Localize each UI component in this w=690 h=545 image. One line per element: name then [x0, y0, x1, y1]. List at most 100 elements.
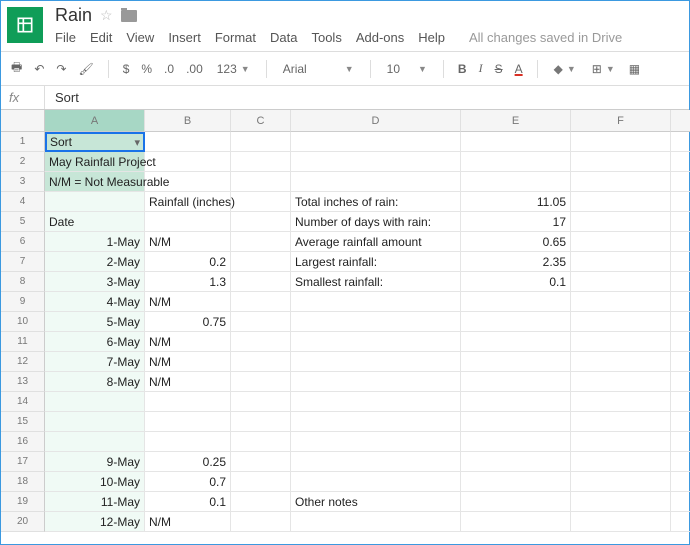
cell[interactable]	[461, 412, 571, 432]
row-header[interactable]: 13	[1, 372, 45, 392]
cell[interactable]	[231, 432, 291, 452]
cell[interactable]	[291, 512, 461, 532]
cell[interactable]	[291, 172, 461, 192]
decrease-decimal-button[interactable]: .0	[162, 61, 176, 77]
menu-edit[interactable]: Edit	[90, 30, 112, 45]
fx-input[interactable]: Sort	[45, 86, 689, 109]
cell[interactable]	[145, 152, 231, 172]
row-header[interactable]: 7	[1, 252, 45, 272]
cell[interactable]	[671, 512, 690, 532]
cell[interactable]	[461, 172, 571, 192]
cell-A17[interactable]: 9-May	[45, 452, 145, 472]
undo-icon[interactable]: ↶	[32, 61, 46, 77]
cell-A11[interactable]: 6-May	[45, 332, 145, 352]
cell[interactable]	[45, 412, 145, 432]
cell[interactable]	[291, 432, 461, 452]
cell[interactable]	[291, 152, 461, 172]
bold-button[interactable]: B	[456, 61, 469, 77]
fill-color-button[interactable]: ◆▼	[550, 62, 580, 76]
cell[interactable]	[231, 492, 291, 512]
col-header[interactable]	[671, 110, 690, 132]
row-header[interactable]: 4	[1, 192, 45, 212]
increase-decimal-button[interactable]: .00	[184, 61, 205, 77]
cell-B20[interactable]: N/M	[145, 512, 231, 532]
cell[interactable]	[571, 312, 671, 332]
cell[interactable]	[291, 452, 461, 472]
italic-button[interactable]: I	[477, 60, 485, 77]
cell[interactable]	[671, 372, 690, 392]
percent-button[interactable]: %	[139, 61, 154, 77]
cell[interactable]	[231, 172, 291, 192]
cell[interactable]	[231, 352, 291, 372]
cell-B8[interactable]: 1.3	[145, 272, 231, 292]
borders-button[interactable]: ⊞▼	[588, 62, 619, 76]
col-header[interactable]: E	[461, 110, 571, 132]
cell[interactable]	[671, 232, 690, 252]
cell[interactable]	[231, 312, 291, 332]
row-header[interactable]: 8	[1, 272, 45, 292]
cell[interactable]	[291, 392, 461, 412]
row-header[interactable]: 10	[1, 312, 45, 332]
cell[interactable]	[145, 392, 231, 412]
cell[interactable]	[461, 432, 571, 452]
cell[interactable]	[461, 372, 571, 392]
cell-E8[interactable]: 0.1	[461, 272, 571, 292]
cell[interactable]	[45, 192, 145, 212]
cell[interactable]	[571, 432, 671, 452]
cell[interactable]	[571, 472, 671, 492]
row-header[interactable]: 20	[1, 512, 45, 532]
cell[interactable]	[671, 192, 690, 212]
cell[interactable]	[231, 292, 291, 312]
cell-D4[interactable]: Total inches of rain:	[291, 192, 461, 212]
cell[interactable]	[571, 352, 671, 372]
cell[interactable]	[231, 332, 291, 352]
cell-A1[interactable]: Sort▾	[45, 132, 145, 152]
cell[interactable]	[145, 432, 231, 452]
cell[interactable]	[571, 492, 671, 512]
menu-format[interactable]: Format	[215, 30, 256, 45]
cell[interactable]	[145, 172, 231, 192]
cell[interactable]	[231, 212, 291, 232]
cell[interactable]	[291, 412, 461, 432]
merge-button[interactable]: ▦	[627, 61, 642, 77]
cell[interactable]	[571, 452, 671, 472]
row-header[interactable]: 12	[1, 352, 45, 372]
cell-A3[interactable]: N/M = Not Measurable	[45, 172, 145, 192]
row-header[interactable]: 15	[1, 412, 45, 432]
row-header[interactable]: 14	[1, 392, 45, 412]
cell[interactable]	[291, 312, 461, 332]
cell-E6[interactable]: 0.65	[461, 232, 571, 252]
cell[interactable]	[291, 132, 461, 152]
cell[interactable]	[231, 272, 291, 292]
col-header[interactable]: B	[145, 110, 231, 132]
cell[interactable]	[571, 292, 671, 312]
doc-title[interactable]: Rain	[55, 5, 92, 26]
cell[interactable]	[671, 412, 690, 432]
cell[interactable]	[145, 212, 231, 232]
cell[interactable]	[571, 372, 671, 392]
cell[interactable]	[231, 412, 291, 432]
row-header[interactable]: 16	[1, 432, 45, 452]
cell-A13[interactable]: 8-May	[45, 372, 145, 392]
cell[interactable]	[671, 292, 690, 312]
cell[interactable]	[671, 332, 690, 352]
row-header[interactable]: 19	[1, 492, 45, 512]
cell[interactable]	[671, 392, 690, 412]
cell[interactable]	[671, 152, 690, 172]
cell-B13[interactable]: N/M	[145, 372, 231, 392]
cell[interactable]	[461, 512, 571, 532]
menu-addons[interactable]: Add-ons	[356, 30, 404, 45]
cell[interactable]	[461, 292, 571, 312]
cell-E4[interactable]: 11.05	[461, 192, 571, 212]
cell[interactable]	[231, 232, 291, 252]
cell-B17[interactable]: 0.25	[145, 452, 231, 472]
paint-format-icon[interactable]: 🖌	[76, 61, 95, 77]
cell[interactable]	[291, 372, 461, 392]
cell-B4[interactable]: Rainfall (inches)	[145, 192, 231, 212]
cell[interactable]	[291, 352, 461, 372]
cell[interactable]	[461, 352, 571, 372]
font-size-select[interactable]: 10▼	[383, 62, 431, 76]
row-header[interactable]: 5	[1, 212, 45, 232]
cell[interactable]	[571, 412, 671, 432]
row-header[interactable]: 17	[1, 452, 45, 472]
